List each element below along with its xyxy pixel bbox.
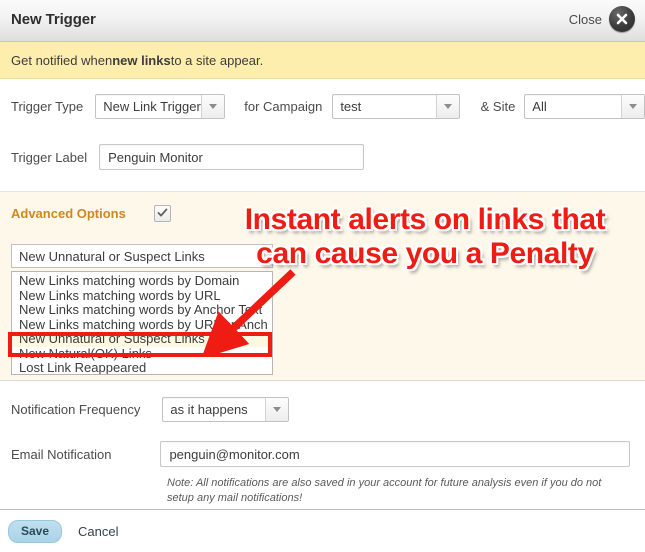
list-item[interactable]: Lost Link Reappeared: [12, 360, 272, 374]
trigger-label-row: Trigger Label Penguin Monitor: [0, 144, 645, 170]
chevron-down-icon[interactable]: [621, 95, 644, 118]
list-item[interactable]: New Links matching words by Domain: [12, 273, 272, 289]
site-value: All: [532, 99, 547, 114]
chevron-down-icon[interactable]: [265, 398, 289, 421]
notification-frequency-row: Notification Frequency as it happens: [0, 397, 645, 422]
trigger-label-label: Trigger Label: [11, 149, 88, 165]
list-item[interactable]: New Links matching words by URL or Anch: [12, 317, 272, 333]
campaign-value: test: [340, 99, 362, 114]
notification-frequency-select[interactable]: as it happens: [162, 397, 290, 422]
email-field[interactable]: penguin@monitor.com: [160, 441, 631, 467]
advanced-options-title: Advanced Options: [11, 206, 126, 221]
email-notification-row: Email Notification penguin@monitor.com: [0, 441, 645, 467]
notice-text-emphasis: new links: [112, 52, 171, 68]
list-item-selected[interactable]: New Unnatural or Suspect Links: [12, 331, 272, 347]
trigger-type-row: Trigger Type New Link Trigger for Campai…: [0, 94, 645, 119]
notification-frequency-label: Notification Frequency: [11, 402, 141, 417]
trigger-label-input[interactable]: Penguin Monitor: [99, 144, 365, 170]
notice-text-prefix: Get notified when: [11, 52, 113, 68]
list-item[interactable]: New Links matching words by Anchor Text: [12, 302, 272, 318]
notice-text-suffix: to a site appear.: [170, 52, 264, 68]
dialog-header: New Trigger Close: [0, 0, 645, 42]
notice-banner: Get notified when new links to a site ap…: [0, 42, 645, 79]
close-button-label: Close: [568, 11, 602, 27]
campaign-select[interactable]: test: [332, 94, 460, 119]
close-button[interactable]: Close: [569, 6, 635, 32]
page-title: New Trigger: [11, 11, 96, 28]
notification-note: Note: All notifications are also saved i…: [167, 477, 602, 504]
site-select[interactable]: All: [524, 94, 645, 119]
dialog-footer: Save Cancel: [0, 509, 645, 552]
advanced-options-header: Advanced Options: [0, 192, 645, 222]
cancel-button[interactable]: Cancel: [78, 524, 118, 539]
trigger-type-select[interactable]: New Link Trigger: [95, 94, 226, 119]
link-type-combo[interactable]: New Unnatural or Suspect Links: [11, 244, 273, 268]
notification-form: Notification Frequency as it happens Ema…: [0, 381, 645, 506]
list-item[interactable]: New Natural(OK) Links: [12, 346, 272, 362]
email-notification-label: Email Notification: [11, 446, 112, 462]
link-type-option-list[interactable]: New Links matching words by Domain New L…: [11, 271, 273, 375]
close-icon[interactable]: [609, 6, 635, 32]
for-campaign-label: for Campaign: [244, 99, 323, 114]
site-label: & Site: [480, 99, 516, 114]
trigger-form: Trigger Type New Link Trigger for Campai…: [0, 79, 645, 170]
save-button[interactable]: Save: [8, 519, 63, 543]
chevron-down-icon[interactable]: [435, 95, 459, 118]
advanced-options-checkbox[interactable]: [153, 205, 171, 222]
trigger-type-label: Trigger Type: [11, 99, 84, 114]
list-item[interactable]: New Links matching words by URL: [12, 288, 272, 304]
advanced-options-panel: Advanced Options New Unnatural or Suspec…: [0, 191, 645, 381]
chevron-down-icon[interactable]: [201, 95, 225, 118]
notification-frequency-value: as it happens: [170, 402, 248, 417]
